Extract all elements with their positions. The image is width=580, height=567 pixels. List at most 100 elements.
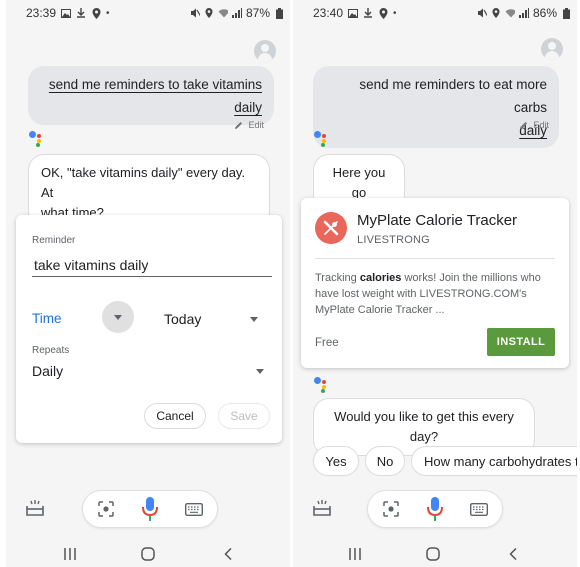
keyboard-icon[interactable] bbox=[469, 502, 489, 521]
battery-icon bbox=[561, 7, 571, 19]
right-phone-screen: 23:40 • 86% send me reminders to eat mor… bbox=[293, 0, 577, 567]
explore-icon[interactable] bbox=[26, 500, 44, 521]
home-icon[interactable] bbox=[138, 544, 158, 564]
wifi-icon bbox=[505, 8, 515, 18]
edit-button[interactable]: Edit bbox=[234, 120, 264, 130]
save-label: Save bbox=[230, 409, 258, 423]
app-suggestion-card[interactable]: MyPlate Calorie Tracker LIVESTRONG Track… bbox=[301, 198, 569, 368]
app-name: MyPlate Calorie Tracker bbox=[357, 212, 518, 229]
user-query-bubble: send me reminders to eat more carbs dail… bbox=[313, 66, 559, 148]
status-time: 23:39 bbox=[26, 6, 57, 20]
assistant-input-bar bbox=[6, 482, 290, 532]
repeats-select[interactable]: Daily bbox=[32, 359, 266, 383]
card-divider bbox=[315, 258, 555, 259]
download-icon bbox=[76, 8, 86, 18]
dropdown-arrow-icon bbox=[250, 317, 258, 322]
suggestion-label: How many carbohydrates to bbox=[424, 453, 577, 469]
reminder-input[interactable]: take vitamins daily bbox=[32, 253, 272, 277]
home-icon[interactable] bbox=[423, 544, 443, 564]
app-price: Free bbox=[315, 337, 339, 349]
keyboard-icon[interactable] bbox=[184, 502, 204, 521]
assistant-input-bar bbox=[293, 482, 577, 532]
download-icon bbox=[363, 8, 373, 18]
location-icon bbox=[204, 8, 214, 18]
date-value: Today bbox=[164, 311, 202, 327]
gallery-icon bbox=[348, 8, 359, 18]
more-dot-icon: • bbox=[106, 7, 110, 19]
install-label: INSTALL bbox=[496, 336, 546, 348]
app-desc-line3: MyPlate Calorie Tracker ... bbox=[315, 304, 445, 316]
user-avatar[interactable] bbox=[541, 38, 563, 60]
status-bar: 23:39 • 87% bbox=[6, 0, 290, 26]
repeats-value: Daily bbox=[32, 363, 64, 379]
dropdown-arrow-icon bbox=[114, 314, 122, 320]
assistant-reply-text: Here you go bbox=[332, 165, 386, 200]
user-query-bubble: send me reminders to take vitamins daily bbox=[28, 66, 274, 125]
more-dot-icon: • bbox=[393, 7, 397, 19]
pencil-icon bbox=[520, 121, 528, 129]
date-select[interactable]: Today bbox=[164, 307, 266, 331]
install-button[interactable]: INSTALL bbox=[487, 328, 555, 356]
app-desc-suffix: works! Join the millions who bbox=[401, 272, 541, 284]
save-button[interactable]: Save bbox=[218, 403, 270, 429]
microphone-icon[interactable] bbox=[142, 497, 158, 528]
status-time: 23:40 bbox=[313, 6, 344, 20]
location-icon bbox=[91, 7, 101, 19]
google-assistant-icon bbox=[313, 130, 331, 148]
lens-icon[interactable] bbox=[383, 501, 399, 522]
battery-percent: 87% bbox=[245, 6, 270, 20]
user-query-line1: send me reminders to take vitamins bbox=[48, 77, 262, 92]
app-description: Tracking calories works! Join the millio… bbox=[315, 270, 559, 318]
edit-button[interactable]: Edit bbox=[519, 120, 549, 130]
time-picker-button[interactable] bbox=[102, 301, 134, 333]
assistant-reply-line1: OK, "take vitamins daily" every day. At bbox=[41, 165, 246, 200]
google-assistant-icon bbox=[313, 376, 331, 394]
suggestion-chip-yes[interactable]: Yes bbox=[313, 446, 359, 476]
microphone-icon[interactable] bbox=[427, 497, 443, 528]
cancel-label: Cancel bbox=[156, 409, 194, 423]
explore-icon[interactable] bbox=[313, 500, 331, 521]
status-bar: 23:40 • 86% bbox=[293, 0, 577, 26]
time-label: Time bbox=[32, 311, 62, 326]
input-pill bbox=[367, 490, 503, 528]
signal-icon bbox=[518, 8, 529, 18]
user-avatar[interactable] bbox=[254, 40, 276, 62]
signal-icon bbox=[231, 8, 242, 18]
repeats-label: Repeats bbox=[32, 345, 70, 356]
user-query-line2: daily bbox=[234, 100, 262, 115]
myplate-app-icon bbox=[315, 212, 347, 244]
battery-icon bbox=[274, 7, 284, 19]
suggestion-label: Yes bbox=[325, 453, 347, 469]
app-desc-line2: have lost weight with LIVESTRONG.COM's bbox=[315, 288, 527, 300]
system-nav-bar bbox=[6, 540, 290, 567]
recent-apps-icon[interactable] bbox=[60, 544, 80, 564]
reminder-card: Reminder take vitamins daily Time Today … bbox=[16, 215, 282, 443]
input-pill bbox=[82, 490, 218, 528]
followup-question-text: Would you like to get this every day? bbox=[334, 409, 514, 444]
app-publisher: LIVESTRONG bbox=[357, 234, 430, 246]
user-query-line1: send me reminders to eat more carbs bbox=[359, 77, 547, 115]
edit-label: Edit bbox=[533, 120, 549, 130]
back-icon[interactable] bbox=[218, 544, 238, 564]
google-assistant-icon bbox=[28, 130, 46, 148]
dropdown-arrow-icon bbox=[256, 369, 264, 374]
suggestion-chip-carbohydrates[interactable]: How many carbohydrates to bbox=[411, 446, 577, 476]
location-icon bbox=[491, 8, 501, 18]
recent-apps-icon[interactable] bbox=[345, 544, 365, 564]
reminder-input-value: take vitamins daily bbox=[34, 257, 149, 273]
pencil-icon bbox=[235, 121, 243, 129]
lens-icon[interactable] bbox=[98, 501, 114, 522]
app-desc-bold: calories bbox=[359, 272, 402, 284]
reminder-label: Reminder bbox=[32, 235, 76, 246]
location-icon bbox=[378, 7, 388, 19]
suggestion-label: No bbox=[376, 453, 394, 469]
back-icon[interactable] bbox=[503, 544, 523, 564]
mute-icon bbox=[190, 8, 200, 18]
gallery-icon bbox=[61, 8, 72, 18]
suggestion-chip-no[interactable]: No bbox=[365, 446, 405, 476]
edit-label: Edit bbox=[248, 120, 264, 130]
battery-percent: 86% bbox=[532, 6, 557, 20]
mute-icon bbox=[477, 8, 487, 18]
wifi-icon bbox=[218, 8, 228, 18]
cancel-button[interactable]: Cancel bbox=[144, 403, 206, 429]
